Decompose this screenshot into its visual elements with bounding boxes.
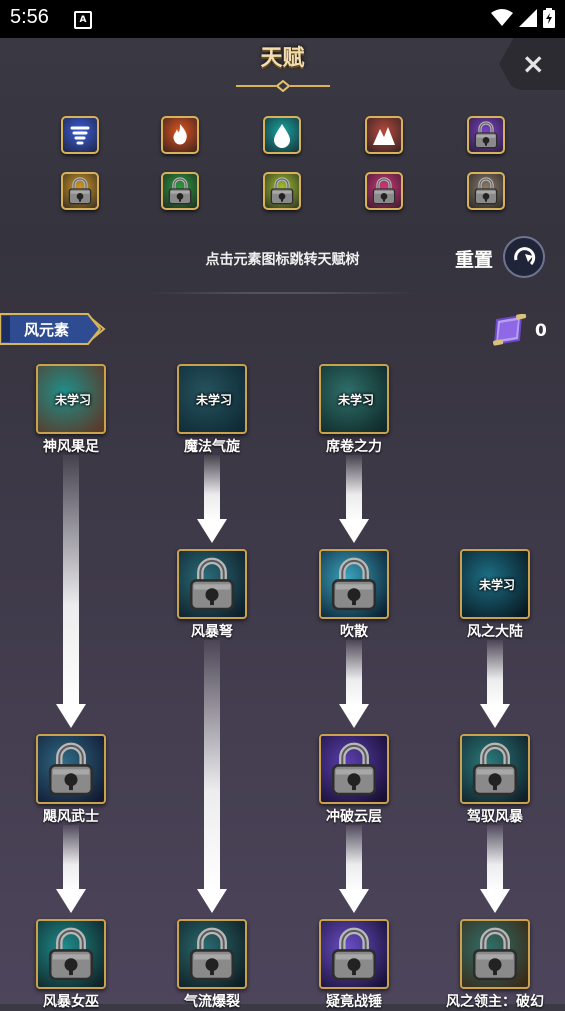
- talent-node-r4c4[interactable]: 风之领主：破幻: [446, 919, 544, 1010]
- element-lock-icon[interactable]: [467, 172, 505, 210]
- talent-node-r2c4[interactable]: 未学习 风之大陆: [460, 549, 530, 640]
- status-icons: [491, 8, 555, 28]
- status-time: 5:56: [10, 6, 49, 28]
- talent-node-r4c3[interactable]: 疑竟战锤: [319, 919, 389, 1010]
- arrow-r2c2-r4c2: [197, 640, 227, 913]
- lock-icon: [469, 927, 521, 981]
- talent-frame: [177, 919, 247, 989]
- talent-label: 席卷之力: [326, 439, 382, 455]
- talent-status: 未学习: [478, 578, 515, 592]
- element-tab-label[interactable]: 风元素: [24, 319, 69, 340]
- talent-frame: 未学习: [177, 364, 247, 434]
- talent-node-r1c1[interactable]: 未学习 神风果足: [36, 364, 106, 455]
- talent-frame: [460, 734, 530, 804]
- arrow-r3c4-r4c4: [480, 825, 510, 913]
- talent-node-r1c3[interactable]: 未学习 席卷之力: [319, 364, 389, 455]
- talent-label: 疑竟战锤: [326, 994, 382, 1010]
- scroll-count: 0: [535, 321, 547, 341]
- arrow-r2c3-r3c3: [339, 640, 369, 728]
- talent-node-r4c1[interactable]: 风暴女巫: [36, 919, 106, 1010]
- element-lock-icon[interactable]: [365, 172, 403, 210]
- lock-icon: [45, 742, 97, 796]
- talent-label: 风暴女巫: [43, 994, 99, 1010]
- scroll-icon: [493, 314, 527, 346]
- talent-status: 未学习: [337, 393, 374, 407]
- element-lock-icon[interactable]: [61, 172, 99, 210]
- talent-node-r3c3[interactable]: 冲破云层: [319, 734, 389, 825]
- lock-icon: [328, 557, 380, 611]
- talent-node-r3c4[interactable]: 驾驭风暴: [460, 734, 530, 825]
- lock-icon: [328, 742, 380, 796]
- section-divider: [150, 292, 415, 294]
- talent-label: 飓风武士: [43, 809, 99, 825]
- lock-icon: [469, 742, 521, 796]
- arrow-r2c4-r3c4: [480, 640, 510, 728]
- signal-icon: [519, 9, 537, 27]
- talent-label: 吹散: [340, 624, 368, 640]
- lock-icon: [186, 557, 238, 611]
- reset-label[interactable]: 重置: [455, 245, 493, 272]
- talent-node-r2c2[interactable]: 风暴弩: [177, 549, 247, 640]
- talent-node-r3c1[interactable]: 飓风武士: [36, 734, 106, 825]
- arrow-r1c3-r2c3: [339, 455, 369, 543]
- arrow-r3c3-r4c3: [339, 825, 369, 913]
- element-lock-icon[interactable]: [467, 116, 505, 154]
- talent-status: 未学习: [54, 393, 91, 407]
- arrow-r1c1-r3c1: [56, 455, 86, 728]
- refresh-icon: [514, 247, 536, 266]
- element-water-icon[interactable]: [263, 116, 301, 154]
- talent-frame: [36, 734, 106, 804]
- title-ornament: [236, 80, 330, 92]
- status-bar: 5:56 A: [0, 0, 565, 38]
- talent-frame: [177, 549, 247, 619]
- talent-frame: 未学习: [36, 364, 106, 434]
- battery-icon: [543, 8, 555, 28]
- arrow-r3c1-r4c1: [56, 825, 86, 913]
- talent-frame: [319, 919, 389, 989]
- talent-frame: 未学习: [460, 549, 530, 619]
- arrow-r1c2-r2c2: [197, 455, 227, 543]
- talent-frame: [460, 919, 530, 989]
- element-fire-icon[interactable]: [161, 116, 199, 154]
- talent-label: 风之领主：破幻: [446, 994, 544, 1010]
- talent-frame: 未学习: [319, 364, 389, 434]
- talent-node-r2c3[interactable]: 吹散: [319, 549, 389, 640]
- talent-label: 驾驭风暴: [467, 809, 523, 825]
- talent-label: 魔法气旋: [184, 439, 240, 455]
- reset-button[interactable]: [503, 236, 545, 278]
- talent-label: 冲破云层: [326, 809, 382, 825]
- talent-node-r1c2[interactable]: 未学习 魔法气旋: [177, 364, 247, 455]
- talent-label: 风之大陆: [467, 624, 523, 640]
- page-title: 天赋: [260, 46, 305, 71]
- talent-frame: [319, 734, 389, 804]
- element-earth-icon[interactable]: [365, 116, 403, 154]
- talent-label: 风暴弩: [191, 624, 233, 640]
- lock-icon: [45, 927, 97, 981]
- element-lock-icon[interactable]: [161, 172, 199, 210]
- close-icon[interactable]: ×: [522, 50, 545, 78]
- talent-frame: [36, 919, 106, 989]
- talent-label: 神风果足: [43, 439, 99, 455]
- lock-icon: [186, 927, 238, 981]
- element-wind-icon[interactable]: [61, 116, 99, 154]
- element-lock-icon[interactable]: [263, 172, 301, 210]
- talent-frame: [319, 549, 389, 619]
- wifi-icon: [491, 9, 513, 26]
- notification-icon: A: [74, 11, 92, 29]
- lock-icon: [328, 927, 380, 981]
- talent-status: 未学习: [195, 393, 232, 407]
- talent-label: 气流爆裂: [184, 994, 240, 1010]
- talent-node-r4c2[interactable]: 气流爆裂: [177, 919, 247, 1010]
